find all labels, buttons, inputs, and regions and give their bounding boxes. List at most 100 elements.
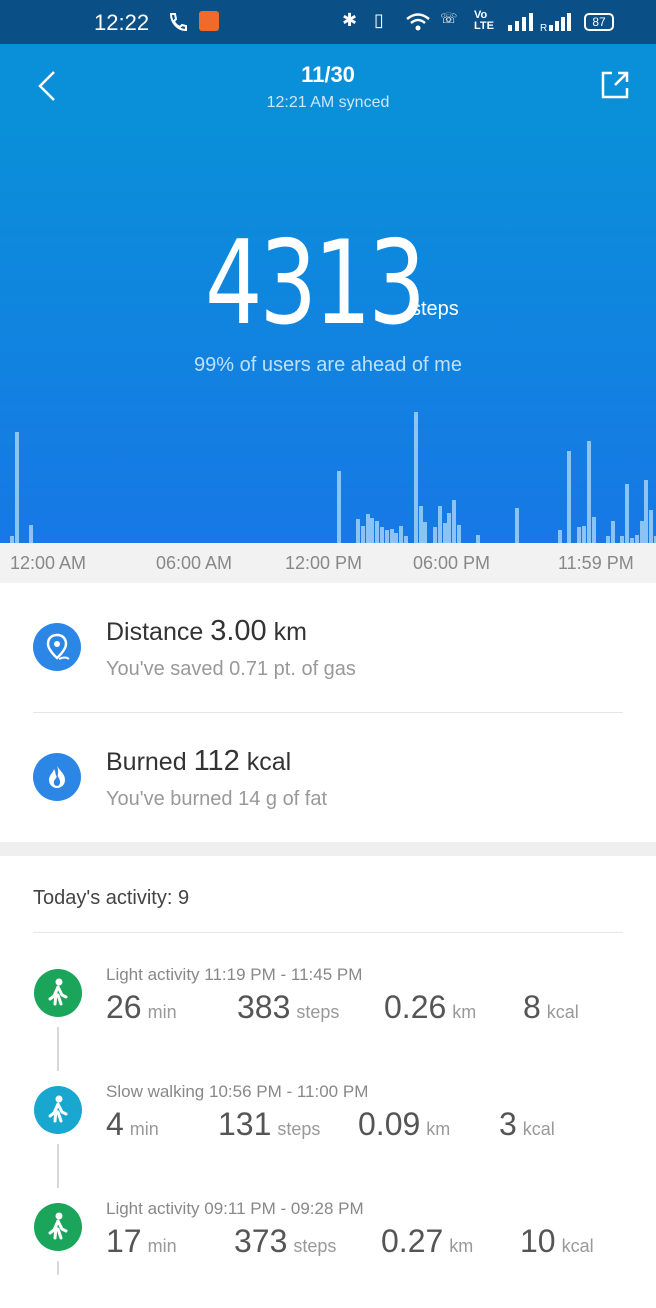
person-activity-icon [34, 969, 82, 1017]
distance-value: 3.00 [210, 615, 267, 647]
chart-bar [432, 527, 437, 543]
status-bar: 12:22 ✱ ▯ ☏ Vo LTE R 87 [0, 0, 656, 44]
wifi-icon [406, 13, 430, 31]
activity-item[interactable]: Light activity 11:19 PM - 11:45 PM 26 min 3… [0, 957, 656, 1074]
chart-bar [380, 527, 385, 543]
divider [33, 932, 623, 933]
activity-item[interactable]: Light activity 09:11 PM - 09:28 PM 17 min 3… [0, 1191, 656, 1308]
chart-bar [389, 529, 394, 543]
activity-km-unit: km [449, 1236, 474, 1256]
page-title: 11/30 [301, 62, 355, 87]
activity-kcal-unit: kcal [561, 1236, 594, 1256]
chart-bar [404, 536, 409, 543]
activity-steps: 383 steps [237, 989, 339, 1026]
chart-bar [605, 536, 610, 543]
activity-kcal: 3 kcal [499, 1106, 555, 1143]
chart-bar [620, 536, 625, 543]
timeline-connector [57, 1027, 59, 1071]
activity-steps-value: 131 [218, 1106, 272, 1142]
chart-bar [29, 525, 34, 543]
burned-row[interactable]: Burned 112 kcal You've burned 14 g of fa… [0, 713, 656, 843]
activity-km-unit: km [426, 1119, 451, 1139]
header-bar: 11/30 12:21 AM synced [0, 44, 656, 128]
wifi-calling-icon: ☏ [440, 10, 458, 26]
activity-steps-unit: steps [293, 1236, 337, 1256]
activity-item[interactable]: Slow walking 10:56 PM - 11:00 PM 4 min 131 s… [0, 1074, 656, 1191]
x-tick-label: 06:00 AM [156, 553, 233, 573]
burned-value: 112 [193, 745, 240, 777]
location-pin-icon [33, 623, 81, 671]
chart-bar [567, 451, 572, 543]
distance-label: Distance [106, 618, 204, 646]
step-count: 4313 [205, 216, 426, 351]
activity-kcal-value: 3 [499, 1106, 517, 1142]
activity-km: 0.26 km [384, 989, 476, 1026]
app-notification-icon [199, 11, 219, 31]
signal-roaming-icon: R [540, 13, 571, 34]
burned-sub: You've burned 14 g of fat [106, 788, 328, 810]
chart-bar [639, 521, 644, 543]
section-divider [0, 842, 656, 856]
activity-km: 0.27 km [381, 1223, 473, 1260]
chart-bar [456, 525, 461, 543]
burned-unit: kcal [246, 748, 292, 776]
person-activity-icon [34, 1203, 82, 1251]
activity-title: Slow walking 10:56 PM - 11:00 PM [106, 1082, 369, 1101]
chart-bar [581, 526, 586, 543]
chart-bar [394, 533, 399, 543]
chart-bar [625, 484, 630, 543]
flame-icon [33, 753, 81, 801]
share-icon[interactable] [598, 68, 632, 102]
hourly-steps-chart [0, 398, 656, 543]
activity-km-value: 0.26 [384, 989, 447, 1025]
battery-icon: 87 [584, 13, 614, 31]
x-tick-label: 11:59 PM [558, 553, 634, 573]
chart-bar [360, 526, 365, 543]
chart-bar [10, 536, 14, 543]
chart-bar [610, 521, 615, 543]
activity-kcal: 10 kcal [520, 1223, 594, 1260]
activity-km-value: 0.27 [381, 1223, 444, 1259]
activity-min-unit: min [129, 1119, 159, 1139]
chart-bar [649, 510, 654, 543]
activity-min-unit: min [147, 1002, 177, 1022]
distance-row[interactable]: Distance 3.00 km You've saved 0.71 pt. o… [0, 583, 656, 713]
activity-min-value: 26 [106, 989, 142, 1025]
chart-bar [423, 522, 428, 543]
chart-bar [336, 471, 341, 543]
chart-bar [452, 500, 457, 543]
activity-steps: 131 steps [218, 1106, 320, 1143]
chart-bar [399, 526, 404, 543]
timeline-connector [57, 1261, 59, 1275]
chart-bar [375, 521, 380, 543]
timeline-connector [57, 1144, 59, 1188]
chart-bar [437, 506, 442, 543]
chart-bar [591, 517, 596, 543]
chart-bar [356, 519, 361, 543]
activity-km-value: 0.09 [358, 1106, 421, 1142]
chart-bar [577, 527, 582, 543]
x-tick-label: 12:00 AM [10, 553, 87, 573]
chart-time-axis: 12:00 AM 06:00 AM 12:00 PM 06:00 PM 11:59 PM [0, 543, 656, 583]
chart-bar [447, 513, 452, 543]
chart-bar [586, 441, 591, 543]
activity-kcal-value: 8 [523, 989, 541, 1025]
chart-bar [644, 480, 649, 543]
distance-sub: You've saved 0.71 pt. of gas [106, 658, 356, 680]
chart-bar [514, 508, 519, 543]
status-time: 12:22 [94, 10, 150, 35]
activity-title: Light activity 11:19 PM - 11:45 PM [106, 965, 363, 984]
chart-bar [384, 530, 389, 543]
activity-km: 0.09 km [358, 1106, 450, 1143]
svg-text:R: R [540, 23, 547, 34]
sync-status: 12:21 AM synced [266, 94, 390, 111]
steps-summary: 4313 steps 99% of users are ahead of me [0, 128, 656, 543]
activity-steps-unit: steps [277, 1119, 321, 1139]
activity-count: Today's activity: 9 [33, 887, 190, 909]
x-tick-label: 06:00 PM [413, 553, 491, 573]
chart-bar [557, 530, 562, 543]
activity-steps-value: 383 [237, 989, 291, 1025]
step-unit: steps [411, 298, 459, 320]
activity-kcal-unit: kcal [546, 1002, 579, 1022]
chart-bar [634, 535, 639, 543]
